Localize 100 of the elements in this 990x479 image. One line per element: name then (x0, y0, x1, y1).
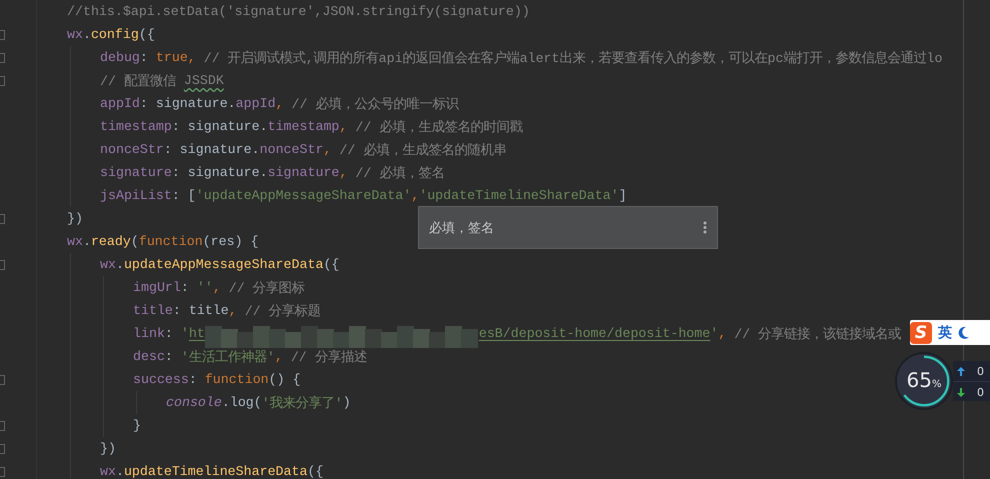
code-text: . (82, 27, 91, 42)
ime-logo[interactable]: S (910, 322, 932, 344)
code-text: ) (342, 395, 351, 410)
upload-arrow-icon (957, 366, 965, 376)
code-text: : (188, 372, 198, 387)
code-text: }) (100, 441, 116, 456)
code-comment: // 必填，生成签名的随机串 (339, 142, 506, 158)
code-text: ({ (138, 27, 155, 42)
code-identifier: debug (100, 50, 140, 65)
code-comment: JSSDK (184, 73, 224, 88)
code-keyword: , (339, 119, 348, 134)
code-keyword: function (204, 372, 269, 387)
download-arrow-icon (957, 388, 965, 396)
input-mode-toggle[interactable]: 英 (938, 324, 952, 342)
code-identifier: success (133, 372, 189, 387)
moon-icon[interactable] (958, 326, 970, 340)
code-keyword: , (212, 280, 222, 295)
code-text: : title (172, 303, 229, 318)
code-function-name: config (90, 27, 139, 42)
code-identifier: signature (100, 165, 172, 180)
code-comment: // 必填，签名 (355, 164, 444, 182)
tooltip-text: 必填，签名 (429, 220, 494, 236)
code-text: () { (268, 372, 301, 387)
fold-marker-icon[interactable] (0, 30, 5, 40)
code-string: '' (196, 280, 213, 295)
code-identifier: appId (100, 96, 140, 111)
code-comment: // 分享链接，该链接域名或 (734, 326, 902, 342)
code-comment: //this.$api.setData('signature',JSON.stringify(signature)) (67, 4, 530, 19)
code-url: esB/deposit-home/deposit-home (478, 326, 710, 341)
code-text: }) (67, 211, 83, 226)
code-text: : signature. (172, 119, 268, 134)
fold-marker-icon[interactable] (0, 53, 5, 63)
code-comment: // 开启调试模式,调用的所有api的返回值会在客户端alert出来，若要查看传入的参数，可以在pc端打开，参数信息会通过lo (204, 50, 942, 66)
code-string: ' (710, 326, 718, 341)
code-function-name: updateTimelineShareData (124, 464, 308, 479)
fold-marker-icon[interactable] (0, 375, 5, 385)
code-identifier: imgUrl (133, 280, 181, 295)
code-text: : [ (172, 188, 196, 203)
code-text: (res) { (202, 234, 259, 249)
fold-marker-icon[interactable] (0, 214, 5, 224)
code-identifier: wx (67, 234, 83, 249)
code-text: . (82, 234, 91, 249)
code-keyword: , (274, 349, 284, 364)
code-comment: // 分享标题 (244, 302, 321, 320)
code-identifier: wx (67, 27, 83, 42)
code-string: 'updateAppMessageShareData' (196, 188, 412, 203)
code-comment: // 必填，生成签名的时间戳 (355, 118, 522, 136)
fold-marker-icon[interactable] (0, 444, 5, 454)
code-text: : signature. (164, 142, 260, 157)
code-identifier: link (133, 326, 165, 341)
code-keyword: function (138, 234, 203, 249)
code-identifier: wx (100, 257, 116, 272)
code-identifier: wx (100, 464, 116, 479)
code-string: ' (180, 326, 189, 341)
memory-usage-dial[interactable]: 65% (895, 352, 953, 410)
code-keyword: true, (156, 50, 197, 65)
code-text: : (164, 349, 174, 364)
code-identifier: console (166, 395, 222, 410)
code-keyword: , (228, 303, 238, 318)
code-text: : (164, 326, 174, 341)
code-text: . (116, 257, 124, 272)
code-comment: // 必填，公众号的唯一标识 (292, 96, 458, 112)
code-url: ht (188, 326, 205, 341)
code-string: '生活工作神器' (180, 348, 275, 366)
code-keyword: , (323, 142, 332, 157)
code-identifier: jsApiList (100, 188, 172, 203)
code-identifier: nonceStr (260, 142, 324, 157)
code-text: : signature. (140, 96, 236, 111)
code-identifier: nonceStr (100, 142, 164, 157)
code-identifier: signature (268, 165, 340, 180)
code-text: } (133, 418, 141, 433)
download-speed: 0 (977, 386, 984, 398)
usage-percent: 65% (906, 368, 942, 392)
code-function-name: ready (90, 234, 131, 249)
code-comment: // 配置微信 (100, 72, 177, 90)
code-text: : (180, 280, 190, 295)
code-keyword: , (411, 188, 420, 203)
code-string: 'updateTimelineShareData' (419, 188, 619, 203)
code-text: : signature. (172, 165, 268, 180)
fold-marker-icon[interactable] (0, 467, 5, 477)
code-text: .log( (222, 395, 262, 410)
code-identifier: appId (236, 96, 276, 111)
code-keyword: , (339, 165, 348, 180)
more-vertical-icon[interactable] (703, 221, 707, 234)
code-string: '我来分享了' (262, 394, 343, 412)
code-identifier: desc (133, 349, 165, 364)
code-keyword: , (276, 96, 285, 111)
code-text: ({ (307, 464, 324, 479)
code-text: ({ (323, 257, 340, 272)
fold-marker-icon[interactable] (0, 421, 5, 431)
upload-speed: 0 (977, 364, 984, 378)
code-text: ( (130, 234, 139, 249)
code-text: . (116, 464, 124, 479)
code-identifier: timestamp (268, 119, 340, 134)
fold-marker-icon[interactable] (0, 260, 5, 270)
code-identifier: timestamp (100, 119, 172, 134)
code-comment: // 分享描述 (290, 348, 367, 366)
fold-marker-icon[interactable] (0, 76, 5, 86)
code-keyword: , (718, 326, 728, 341)
code-identifier: title (133, 303, 173, 318)
